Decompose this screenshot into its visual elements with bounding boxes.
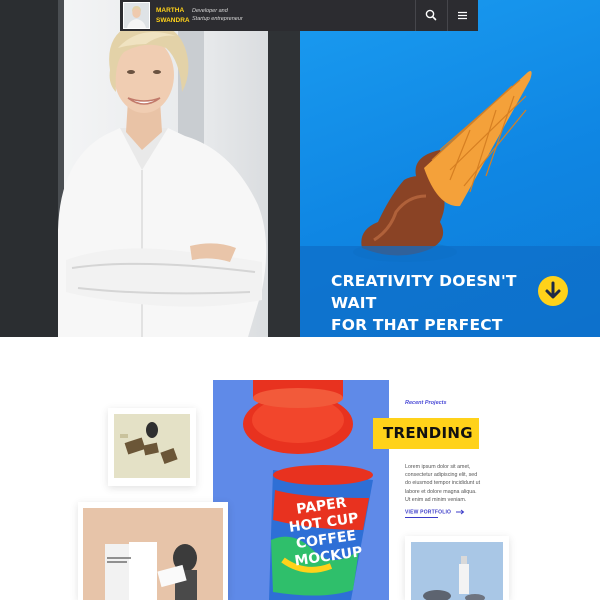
brand-name[interactable]: MARTHA SWANDRA [156,6,196,26]
hero-headline: CREATIVITY DOESN'T WAIT FOR THAT PERFECT… [331,270,531,337]
description-line: consectetur adipiscing elit, sed [405,472,478,479]
menu-button[interactable] [447,0,478,31]
description-line: Ut enim ad minim veniam. [405,496,467,503]
tagline-line1: Developer and [192,8,228,14]
recent-projects-label: Recent Projects [405,400,447,406]
booklet-mockup-image [83,508,223,600]
featured-project-image[interactable]: PAPER HOT CUP COFFEE MOCKUP [213,380,389,600]
view-portfolio-label: VIEW PORTFOLIO [405,509,452,516]
cosmetics-illustration [423,556,485,600]
trending-title: TRENDING [373,418,479,449]
search-button[interactable] [416,0,447,31]
project-card-stationery[interactable] [108,408,196,486]
top-navigation-bar: MARTHA SWANDRA Developer and Startup ent… [120,0,478,31]
hero-headline-line1: CREATIVITY DOESN'T WAIT [331,272,517,312]
hero-portrait-photo [0,0,300,337]
cosmetics-mockup-image [411,542,503,600]
woman-illustration [58,21,267,337]
portfolio-description: Lorem ipsum dolor sit amet, consectetur … [405,463,487,504]
project-card-cosmetics[interactable] [405,536,509,600]
stationery-illustration [120,422,178,465]
booklet-illustration [105,542,197,600]
brand-tagline: Developer and Startup entrepreneur [192,8,272,23]
brand-name-line1: MARTHA [156,7,185,14]
avatar-portrait [124,3,149,28]
stationery-mockup-image [114,414,190,478]
view-portfolio-link[interactable]: VIEW PORTFOLIO [405,509,465,515]
hamburger-menu-icon [458,11,467,20]
search-icon [425,9,437,21]
cup-mockup-text: PAPER HOT CUP COFFEE MOCKUP [273,492,378,573]
tagline-line2: Startup entrepreneur [192,15,243,22]
arrow-right-icon [455,509,465,515]
hero-headline-line2: FOR THAT PERFECT MOMENT [331,316,503,334]
view-portfolio-underline [405,517,438,518]
description-line: labore et dolore magna aliqua. [405,488,477,495]
avatar[interactable] [123,2,150,29]
arrow-down-circle-icon [545,281,561,299]
project-card-booklet[interactable] [78,502,228,600]
hero-section: CREATIVITY DOESN'T WAIT FOR THAT PERFECT… [0,0,600,337]
scroll-down-button[interactable] [538,276,568,306]
brand-name-line2: SWANDRA [156,17,190,24]
description-line: do eiusmod tempor incididunt ut [405,480,481,487]
description-line: Lorem ipsum dolor sit amet, [405,464,471,470]
